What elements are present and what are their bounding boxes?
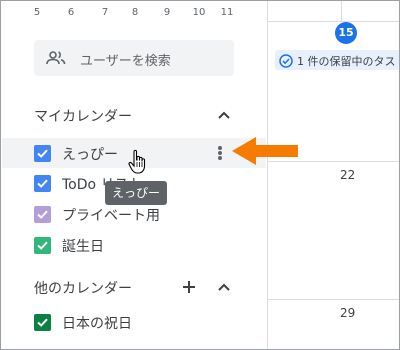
mini-day[interactable]: 7	[95, 7, 115, 18]
calendar-item-birthdays[interactable]: 誕生日	[2, 230, 266, 260]
checkbox-checked[interactable]	[34, 206, 51, 223]
my-calendars-header[interactable]: マイカレンダー	[34, 106, 132, 126]
mini-day[interactable]: 11	[217, 7, 237, 18]
check-circle-icon	[279, 53, 293, 68]
calendar-label: 誕生日	[62, 239, 104, 255]
people-icon	[46, 50, 66, 66]
calendar-label: 日本の祝日	[62, 316, 132, 332]
grid-divider	[341, 1, 342, 21]
mini-calendar-week: 5 6 7 8 9 10 11	[1, 5, 267, 21]
search-users-field[interactable]: ユーザーを検索	[34, 40, 234, 76]
chevron-up-icon[interactable]	[216, 279, 232, 295]
mini-day[interactable]: 5	[27, 7, 47, 18]
more-options-icon[interactable]	[213, 145, 227, 163]
grid-divider	[267, 299, 399, 300]
sidebar: 5 6 7 8 9 10 11 ユーザーを検索 マイカレンダー えっぴー ToD…	[1, 1, 267, 349]
grid-divider	[267, 1, 268, 349]
mini-day[interactable]: 8	[125, 7, 145, 18]
pending-tasks-text: 1 件の保留中のタス	[297, 55, 396, 68]
checkbox-checked[interactable]	[34, 237, 51, 254]
orange-arrow-annotation	[230, 136, 300, 166]
pending-tasks-chip[interactable]: 1 件の保留中のタス	[275, 50, 399, 70]
calendar-label: えっぴー	[62, 147, 118, 163]
tooltip: えっぴー	[105, 181, 167, 205]
today-date[interactable]: 15	[335, 22, 357, 44]
checkbox-checked[interactable]	[34, 314, 51, 331]
calendar-label: プライベート用	[62, 208, 160, 224]
mini-day[interactable]: 10	[189, 7, 209, 18]
other-calendars-header[interactable]: 他のカレンダー	[34, 278, 132, 298]
day-number[interactable]: 22	[340, 168, 355, 182]
hand-cursor-icon	[128, 149, 148, 175]
plus-icon[interactable]	[181, 279, 197, 295]
chevron-up-icon[interactable]	[216, 107, 232, 123]
day-number[interactable]: 29	[340, 306, 355, 320]
calendar-grid: 15 1 件の保留中のタス 22 29	[267, 1, 399, 349]
checkbox-checked[interactable]	[34, 175, 51, 192]
mini-day[interactable]: 9	[157, 7, 177, 18]
checkbox-checked[interactable]	[34, 145, 51, 162]
search-label: ユーザーを検索	[80, 54, 171, 69]
grid-divider	[267, 21, 399, 22]
calendar-item-japan-holidays[interactable]: 日本の祝日	[2, 307, 266, 337]
mini-day[interactable]: 6	[61, 7, 81, 18]
